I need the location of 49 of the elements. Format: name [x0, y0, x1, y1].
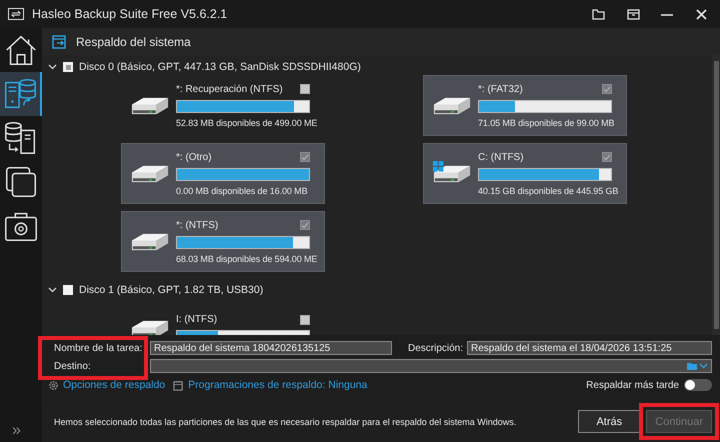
destination-label: Destino: [54, 360, 92, 372]
free-space-text: 68.03 MB disponibles de 594.00 ME [176, 254, 316, 264]
free-space-text: 71.05 MB disponibles de 99.00 MB [478, 118, 616, 128]
app-logo-icon [8, 8, 24, 20]
task-name-label: Nombre de la tarea: [54, 342, 144, 354]
disk-checkbox[interactable] [63, 285, 73, 295]
chevron-icon[interactable] [48, 64, 57, 70]
partition-checkbox[interactable] [300, 220, 310, 230]
partition-name: *: (FAT32) [478, 84, 523, 94]
partition-name: C: (NTFS) [478, 152, 524, 162]
destination-field[interactable] [150, 359, 712, 373]
later-toggle[interactable] [684, 379, 712, 391]
partition-checkbox[interactable] [602, 152, 612, 162]
disk-checkbox[interactable] [63, 62, 73, 72]
partition-card[interactable]: C: (NTFS) 40.15 GB disponibles de 445.95 GB [423, 143, 627, 204]
partition-card[interactable]: *: Recuperación (NTFS) 52.83 MB disponibles de 499.00 ME [121, 75, 325, 136]
free-space-text: 0.00 MB disponibles de 16.00 MB [176, 186, 308, 196]
window-title: Hasleo Backup Suite Free V5.6.2.1 [32, 7, 228, 21]
partition-name: *: (Otro) [176, 152, 212, 162]
partition-checkbox[interactable] [300, 314, 310, 324]
free-space-text: 52.83 MB disponibles de 499.00 ME [176, 118, 316, 128]
partition-checkbox[interactable] [602, 84, 612, 94]
link[interactable]: Programaciones de respaldo: Ninguna [173, 379, 368, 391]
partition-checkbox[interactable] [300, 84, 310, 94]
backup-icon [52, 34, 66, 48]
partition-card[interactable]: *: (Otro) 0.00 MB disponibles de 16.00 MB [121, 143, 325, 204]
partition-name: *: (NTFS) [176, 220, 218, 230]
link[interactable]: Opciones de respaldo [48, 379, 166, 391]
caret-icon[interactable] [699, 363, 708, 369]
partition-name: I: (NTFS) [176, 314, 218, 325]
description-field[interactable]: Respaldo del sistema el 18/04/2026 13:51:25 [467, 341, 712, 355]
partition-card[interactable]: *: (NTFS) 68.03 MB disponibles de 594.00 ME [121, 211, 325, 272]
later-label: Respaldar más tarde [586, 380, 679, 390]
expand-icon[interactable]: » [12, 422, 21, 440]
info-message: Hemos seleccionado todas las particiones de las que es necesario respaldar para el respaldo del sistema Windows. [54, 416, 518, 426]
settings-icon [48, 380, 59, 390]
description-label: Descripción: [408, 342, 463, 354]
task-name-field[interactable]: Respaldo del sistema 18042026135125 [150, 341, 392, 355]
partition-card[interactable]: *: (FAT32) 71.05 MB disponibles de 99.00 MB [423, 75, 627, 136]
section-title: Respaldo del sistema [76, 34, 191, 48]
calendar-icon [173, 380, 184, 390]
free-space-text: 40.15 GB disponibles de 445.95 GB [478, 186, 618, 196]
disk-label: Disco 0 (Básico, GPT, 447.13 GB, SanDisk SDSSDHII480G) [79, 61, 361, 73]
scrollbar-thumb[interactable] [714, 61, 718, 329]
disk-label: Disco 1 (Básico, GPT, 1.82 TB, USB30) [79, 284, 264, 296]
partition-checkbox[interactable] [300, 152, 310, 162]
chevron-icon[interactable] [48, 287, 57, 293]
partition-name: *: Recuperación (NTFS) [176, 84, 283, 94]
back-button[interactable]: Atrás [578, 410, 640, 433]
